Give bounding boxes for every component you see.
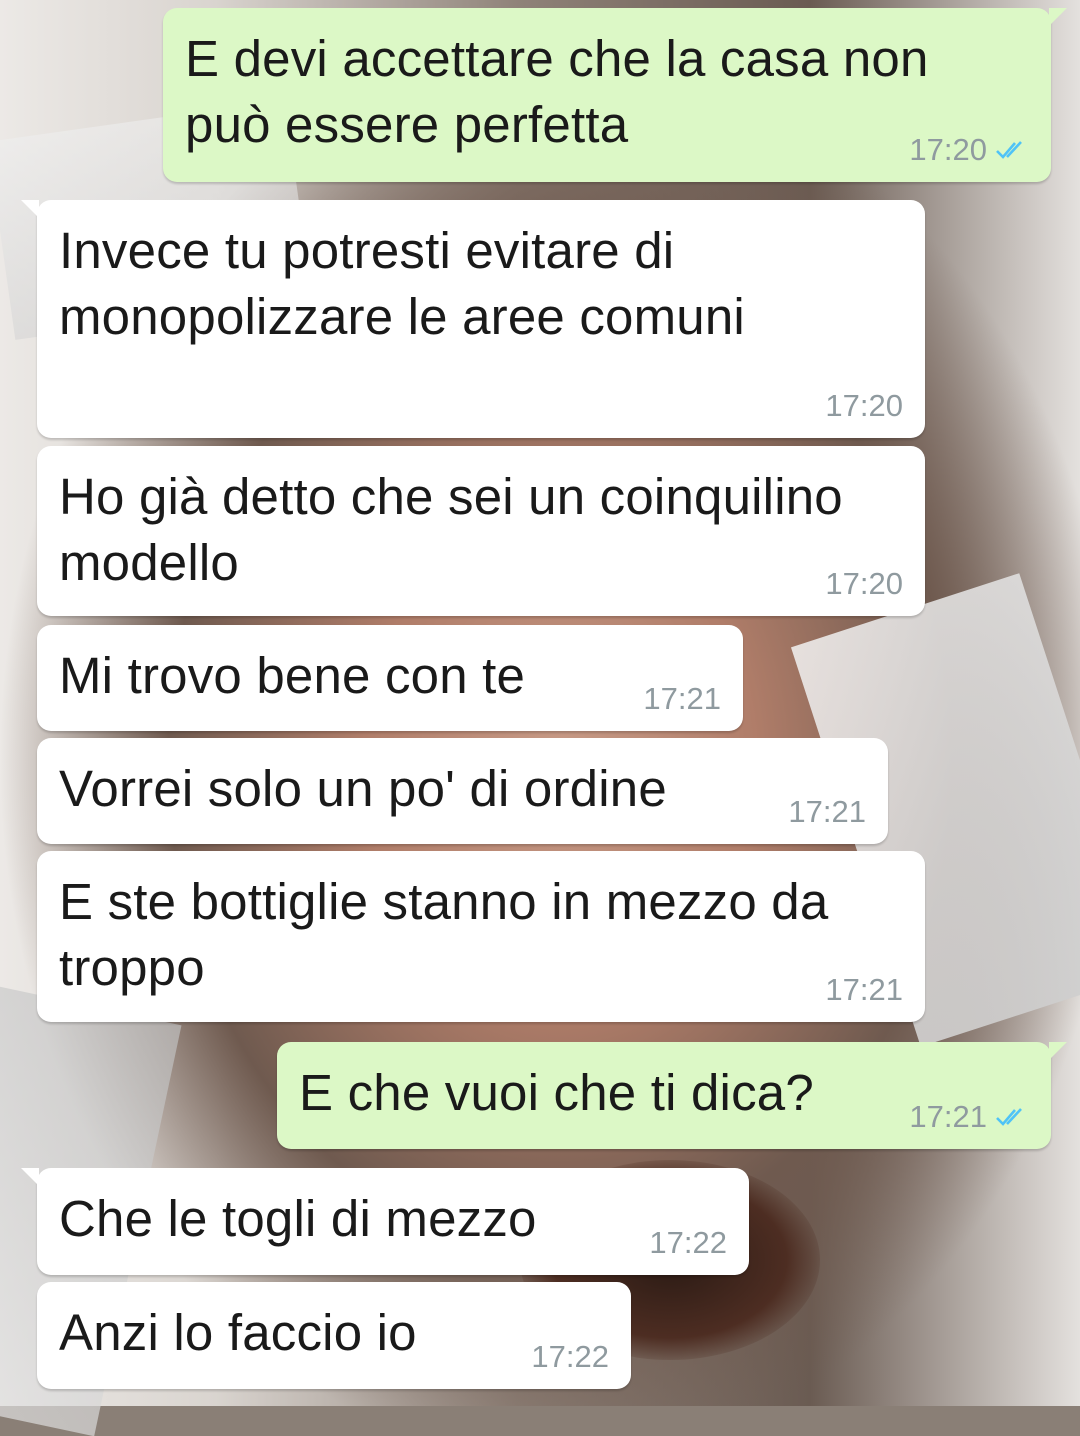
double-check-read-icon	[996, 141, 1022, 159]
message-meta: 17:22	[531, 1339, 609, 1375]
message-time: 17:21	[788, 794, 866, 829]
message-time: 17:20	[825, 566, 903, 601]
double-check-read-icon	[996, 1108, 1022, 1126]
message-time: 17:20	[909, 132, 987, 167]
message-bubble-incoming[interactable]: Anzi lo faccio io 17:22	[37, 1282, 631, 1389]
message-bubble-incoming[interactable]: Vorrei solo un po' di ordine 17:21	[37, 738, 888, 844]
message-meta: 17:21	[788, 794, 866, 830]
message-meta: 17:20	[825, 566, 903, 602]
message-text: Mi trovo bene con te	[59, 647, 526, 704]
message-text: E devi accettare che la casa non può ess…	[185, 30, 943, 153]
message-time: 17:20	[825, 388, 903, 423]
message-text: Invece tu potresti evitare di monopolizz…	[59, 222, 745, 345]
message-text: E che vuoi che ti dica?	[299, 1064, 814, 1121]
message-time: 17:22	[531, 1339, 609, 1374]
message-meta: 17:21	[909, 1099, 1029, 1135]
message-meta: 17:20	[825, 388, 903, 424]
message-bubble-incoming[interactable]: Invece tu potresti evitare di monopolizz…	[21, 200, 925, 438]
message-text: Che le togli di mezzo	[59, 1190, 537, 1247]
message-meta: 17:20	[909, 132, 1029, 168]
message-time: 17:21	[643, 681, 721, 716]
message-time: 17:22	[649, 1225, 727, 1260]
message-bubble-outgoing[interactable]: E devi accettare che la casa non può ess…	[163, 8, 1067, 182]
message-time: 17:21	[825, 972, 903, 1007]
message-time: 17:21	[909, 1099, 987, 1134]
message-text: E ste bottiglie stanno in mezzo da tropp…	[59, 873, 843, 996]
message-meta: 17:22	[649, 1225, 727, 1261]
message-text: Vorrei solo un po' di ordine	[59, 760, 667, 817]
message-meta: 17:21	[825, 972, 903, 1008]
message-bubble-outgoing[interactable]: E che vuoi che ti dica? 17:21	[277, 1042, 1067, 1149]
message-text: Ho già detto che sei un coinquilino mode…	[59, 468, 858, 591]
message-text: Anzi lo faccio io	[59, 1304, 417, 1361]
message-bubble-incoming[interactable]: Ho già detto che sei un coinquilino mode…	[37, 446, 925, 616]
message-bubble-incoming[interactable]: Mi trovo bene con te 17:21	[37, 625, 743, 731]
message-meta: 17:21	[643, 681, 721, 717]
message-bubble-incoming[interactable]: Che le togli di mezzo 17:22	[21, 1168, 749, 1275]
message-bubble-incoming[interactable]: E ste bottiglie stanno in mezzo da tropp…	[37, 851, 925, 1022]
